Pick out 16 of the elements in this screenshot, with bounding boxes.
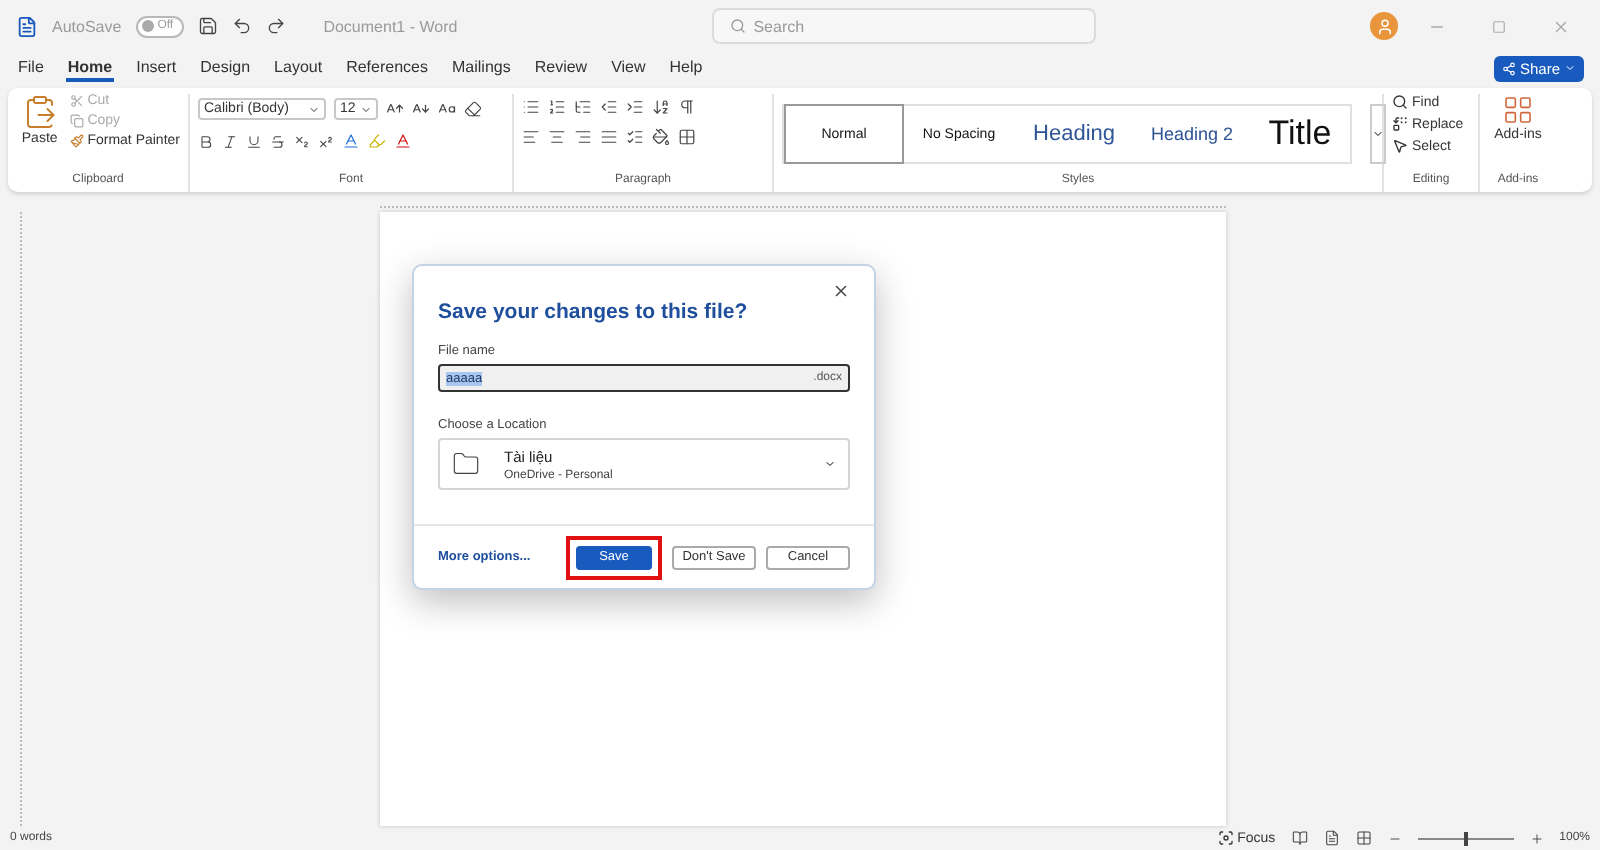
ribbon-tab[interactable]: Layout bbox=[272, 55, 325, 81]
dialog-title: Save your changes to this file? bbox=[438, 300, 750, 324]
ribbon-tab[interactable]: Help bbox=[667, 55, 705, 81]
style-option[interactable]: Title bbox=[1250, 104, 1350, 164]
ribbon-tab[interactable]: Home bbox=[65, 55, 115, 81]
style-option[interactable]: Heading bbox=[1014, 104, 1134, 164]
ribbon-tab[interactable]: Design bbox=[198, 55, 253, 81]
autosave-label: AutoSave bbox=[52, 17, 122, 35]
ribbon-tab[interactable]: References bbox=[344, 55, 430, 81]
ribbon-tab[interactable]: View bbox=[609, 55, 648, 81]
document-title: Document1 - Word bbox=[323, 17, 458, 35]
ribbon-tab[interactable]: File bbox=[16, 55, 46, 81]
style-option[interactable]: Heading 2 bbox=[1134, 104, 1250, 164]
ribbon-tab[interactable]: Insert bbox=[134, 55, 179, 81]
ribbon-tab[interactable]: Review bbox=[532, 55, 590, 81]
ribbon-tab[interactable]: Mailings bbox=[450, 55, 513, 81]
